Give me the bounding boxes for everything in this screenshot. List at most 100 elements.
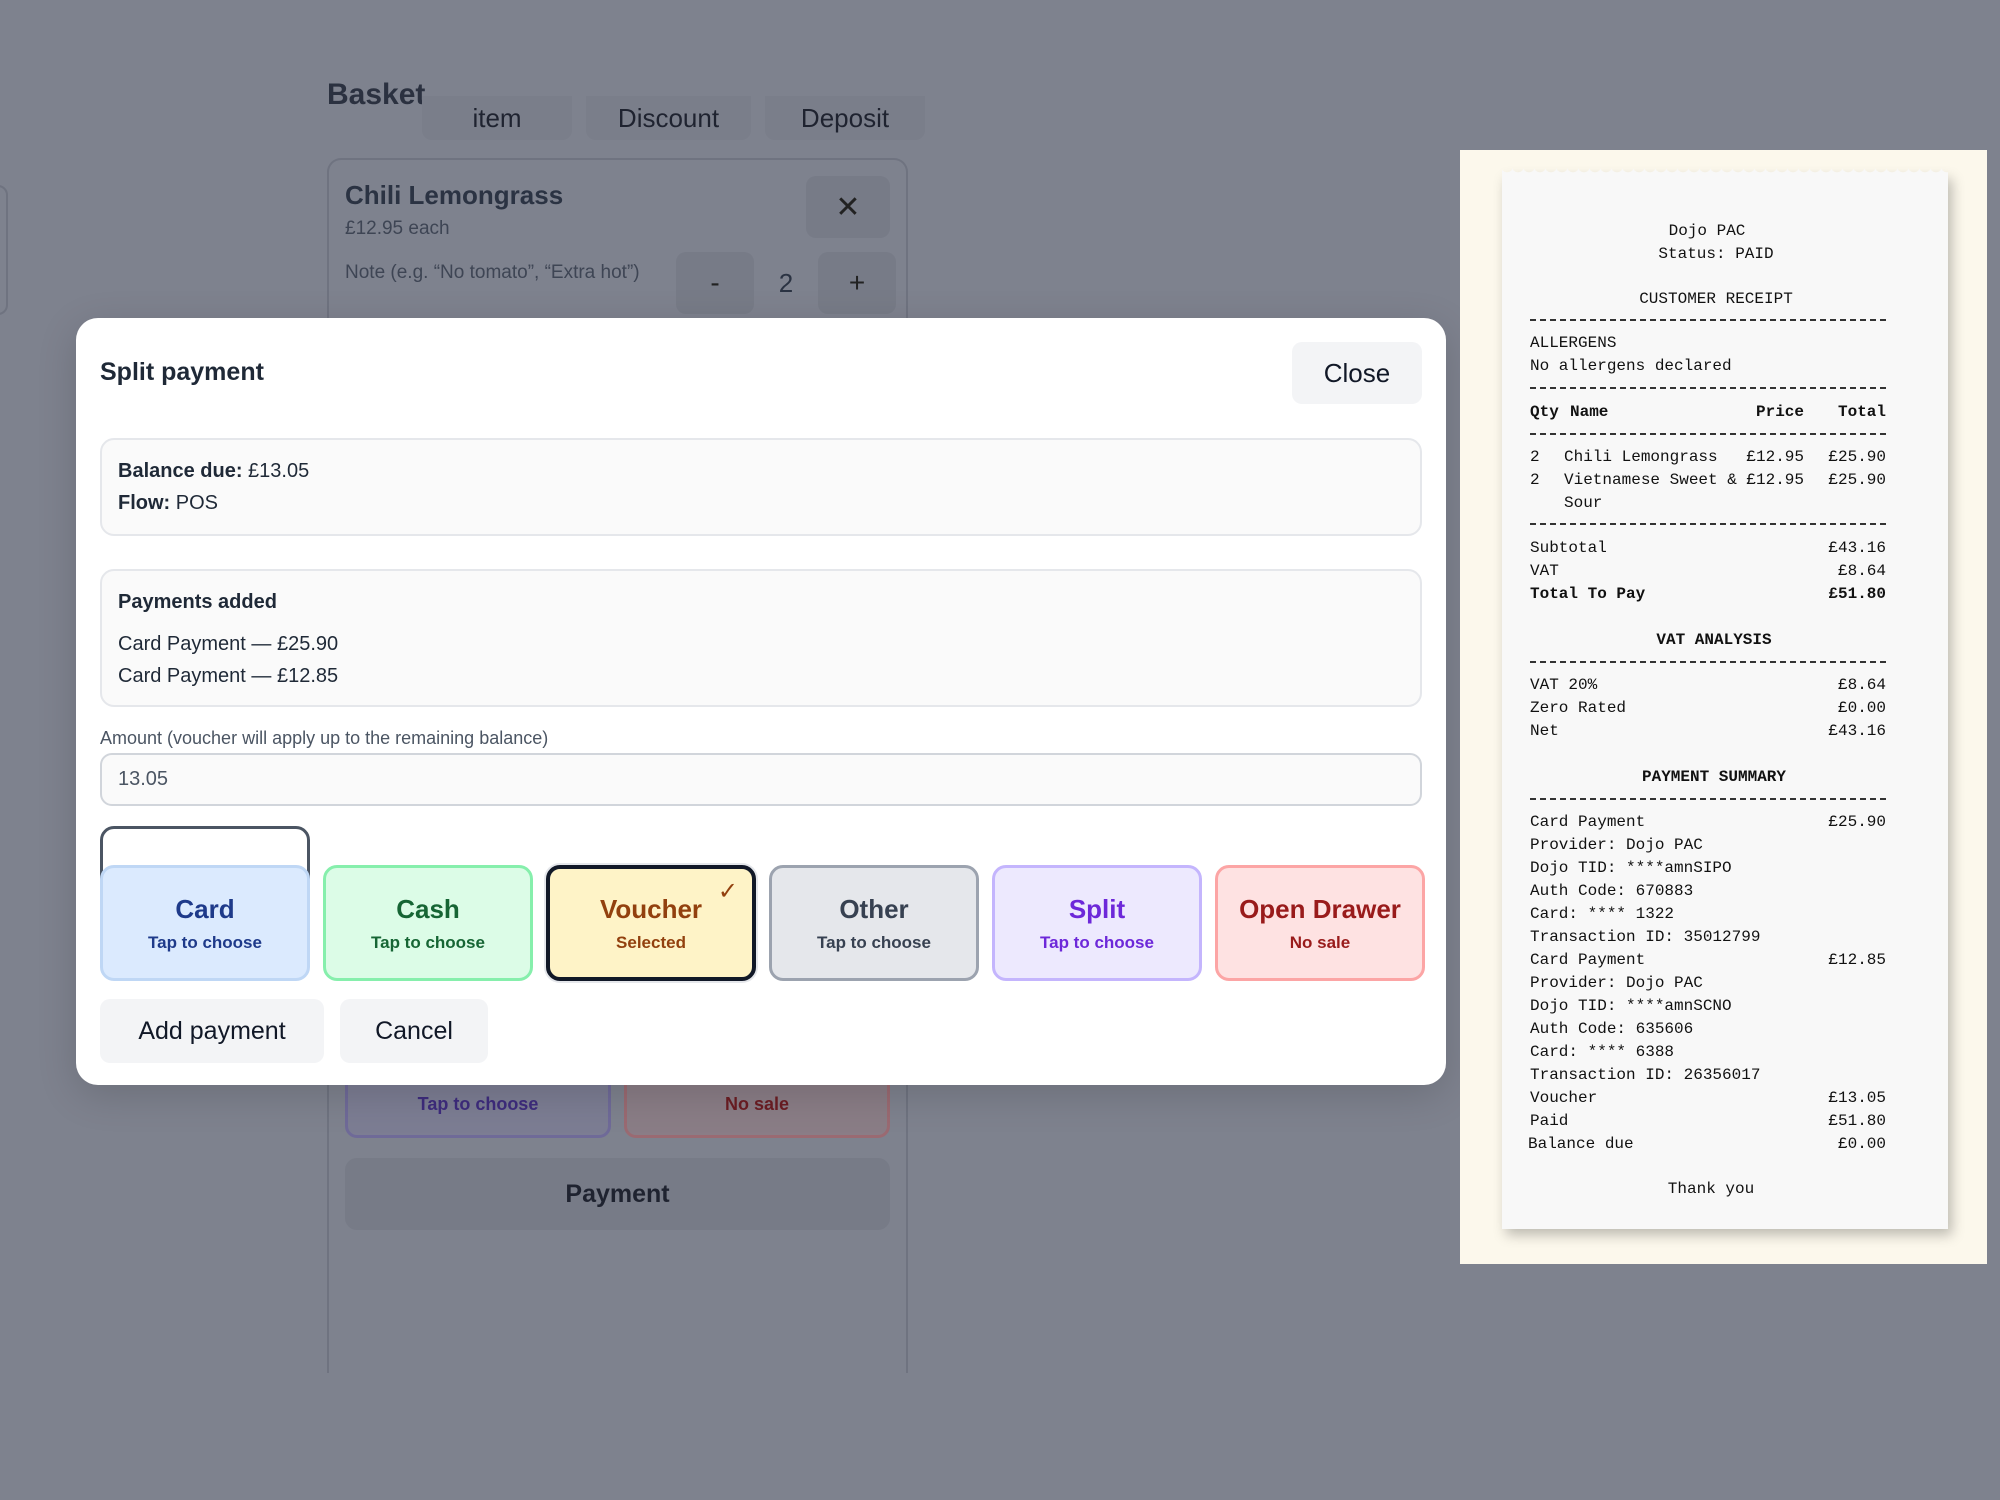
item-note-input[interactable]: Note (e.g. “No tomato”, “Extra hot”) bbox=[345, 258, 645, 287]
receipt-torn-edge bbox=[1502, 167, 1948, 177]
subtotal-value: £43.16 bbox=[1828, 539, 1886, 557]
col-price: Price bbox=[1755, 403, 1804, 421]
pay2-provider: Provider: Dojo PAC bbox=[1530, 974, 1703, 992]
flow-label: Flow: bbox=[118, 492, 171, 514]
payments-added-panel: Payments added Card Payment — £25.90 Car… bbox=[100, 569, 1422, 707]
receipt-divider bbox=[1530, 523, 1886, 525]
col-total: Total bbox=[1837, 403, 1886, 421]
modal-title: Split payment bbox=[100, 358, 264, 386]
method-card-button[interactable]: Card Tap to choose bbox=[100, 865, 310, 981]
allergens-text: No allergens declared bbox=[1530, 357, 1732, 375]
balance-panel: Balance due: £13.05 Flow: POS bbox=[100, 438, 1422, 536]
method-subtitle: Tap to choose bbox=[1040, 932, 1154, 952]
increase-qty-button[interactable]: + bbox=[818, 252, 896, 314]
receipt-divider bbox=[1530, 319, 1886, 321]
total-label: Total To Pay bbox=[1530, 585, 1646, 603]
pay2-card: Card: **** 6388 bbox=[1530, 1043, 1675, 1061]
method-subtitle: Tap to choose bbox=[371, 932, 485, 952]
decrease-qty-button[interactable]: - bbox=[676, 252, 754, 314]
voucher-label: Voucher bbox=[1530, 1089, 1598, 1107]
method-voucher-button[interactable]: ✓ Voucher Selected bbox=[546, 865, 756, 981]
method-title: Open Drawer bbox=[1239, 893, 1401, 924]
col-qty: Qty bbox=[1530, 403, 1559, 421]
receipt-divider bbox=[1530, 661, 1886, 663]
balance-due-line: Balance due: £13.05 bbox=[118, 460, 309, 483]
close-button[interactable]: Close bbox=[1292, 342, 1422, 404]
method-open-drawer-button[interactable]: Open Drawer No sale bbox=[1215, 865, 1425, 981]
pay1-tid: Dojo TID: ****amnSIPO bbox=[1530, 859, 1732, 877]
line-item-name: Vietnamese Sweet & bbox=[1564, 471, 1737, 489]
vat-label: VAT bbox=[1530, 562, 1559, 580]
pay1-label: Card Payment bbox=[1530, 813, 1646, 831]
remove-item-button[interactable]: ✕ bbox=[806, 176, 890, 238]
payment-button[interactable]: Payment bbox=[345, 1158, 890, 1230]
line-item-total: £25.90 bbox=[1828, 471, 1886, 489]
tab-item[interactable]: item bbox=[422, 96, 572, 140]
pay1-txn: Transaction ID: 35012799 bbox=[1530, 928, 1761, 946]
method-split-button[interactable]: Split Tap to choose bbox=[992, 865, 1202, 981]
cancel-button[interactable]: Cancel bbox=[340, 999, 488, 1063]
method-other-button[interactable]: Other Tap to choose bbox=[769, 865, 979, 981]
paid-value: £51.80 bbox=[1828, 1112, 1886, 1130]
receipt-divider bbox=[1530, 798, 1886, 800]
balance-due-label: Balance due: bbox=[118, 460, 243, 482]
left-panel-edge bbox=[0, 185, 8, 315]
flow-value: POS bbox=[175, 492, 219, 514]
method-title: Split bbox=[1068, 893, 1126, 924]
vat20-label: VAT 20% bbox=[1530, 676, 1598, 694]
method-subtitle: Tap to choose bbox=[817, 932, 931, 952]
vat-analysis-title: VAT ANALYSIS bbox=[1656, 631, 1772, 649]
quantity-stepper: - 2 + bbox=[676, 252, 896, 314]
pay2-auth: Auth Code: 635606 bbox=[1530, 1020, 1694, 1038]
receipt-balance-label: Balance due bbox=[1528, 1135, 1634, 1153]
line-item-qty: 2 bbox=[1530, 471, 1540, 489]
pay2-label: Card Payment bbox=[1530, 951, 1646, 969]
subtotal-label: Subtotal bbox=[1530, 539, 1607, 557]
net-label: Net bbox=[1530, 722, 1559, 740]
paid-label: Paid bbox=[1530, 1112, 1569, 1130]
method-title: Cash bbox=[396, 893, 460, 924]
amount-label: Amount (voucher will apply up to the rem… bbox=[100, 728, 549, 748]
amount-input[interactable] bbox=[100, 753, 1422, 806]
allergens-title: ALLERGENS bbox=[1530, 334, 1617, 352]
balance-due-value: £13.05 bbox=[248, 460, 310, 482]
add-payment-button[interactable]: Add payment bbox=[100, 999, 324, 1063]
payment-entry: Card Payment — £25.90 bbox=[118, 633, 339, 655]
pay1-auth: Auth Code: 670883 bbox=[1530, 882, 1694, 900]
tab-discount[interactable]: Discount bbox=[586, 96, 751, 140]
pay1-card: Card: **** 1322 bbox=[1530, 905, 1675, 923]
col-name: Name bbox=[1570, 403, 1609, 421]
tab-deposit[interactable]: Deposit bbox=[765, 96, 925, 140]
pay1-provider: Provider: Dojo PAC bbox=[1530, 836, 1703, 854]
zero-rated-value: £0.00 bbox=[1837, 699, 1886, 717]
method-subtitle: Tap to choose bbox=[148, 932, 262, 952]
method-cash-button[interactable]: Cash Tap to choose bbox=[323, 865, 533, 981]
payment-summary-title: PAYMENT SUMMARY bbox=[1641, 768, 1787, 786]
line-item-qty: 2 bbox=[1530, 448, 1540, 466]
pay2-amount: £12.85 bbox=[1828, 951, 1886, 969]
receipt-status: Status: PAID bbox=[1658, 245, 1774, 263]
receipt-thanks: Thank you bbox=[1667, 1180, 1755, 1198]
line-item-total: £25.90 bbox=[1828, 448, 1886, 466]
vat20-value: £8.64 bbox=[1837, 676, 1886, 694]
pay2-tid: Dojo TID: ****amnSCNO bbox=[1530, 997, 1732, 1015]
receipt-heading: CUSTOMER RECEIPT bbox=[1639, 290, 1793, 308]
receipt-balance-value: £0.00 bbox=[1837, 1135, 1886, 1153]
method-title: Other bbox=[839, 893, 909, 924]
basket-item-name: Chili Lemongrass bbox=[345, 180, 564, 210]
receipt-divider bbox=[1530, 387, 1886, 389]
flow-line: Flow: POS bbox=[118, 492, 218, 515]
basket-tabs: item Discount Deposit bbox=[422, 96, 925, 140]
quantity-value: 2 bbox=[778, 267, 794, 298]
method-subtitle: No sale bbox=[1289, 932, 1351, 952]
line-item-price: £12.95 bbox=[1746, 471, 1804, 489]
vat-value: £8.64 bbox=[1837, 562, 1886, 580]
zero-rated-label: Zero Rated bbox=[1530, 699, 1627, 717]
receipt-divider bbox=[1530, 433, 1886, 435]
payment-entry: Card Payment — £12.85 bbox=[118, 665, 339, 687]
method-title: Voucher bbox=[599, 893, 703, 924]
method-title: Card bbox=[175, 893, 235, 924]
receipt: Dojo PAC Status: PAID CUSTOMER RECEIPT A… bbox=[1502, 167, 1948, 1229]
split-payment-modal: Split payment Close Balance due: £13.05 … bbox=[76, 318, 1446, 1085]
close-icon: ✕ bbox=[835, 190, 861, 224]
